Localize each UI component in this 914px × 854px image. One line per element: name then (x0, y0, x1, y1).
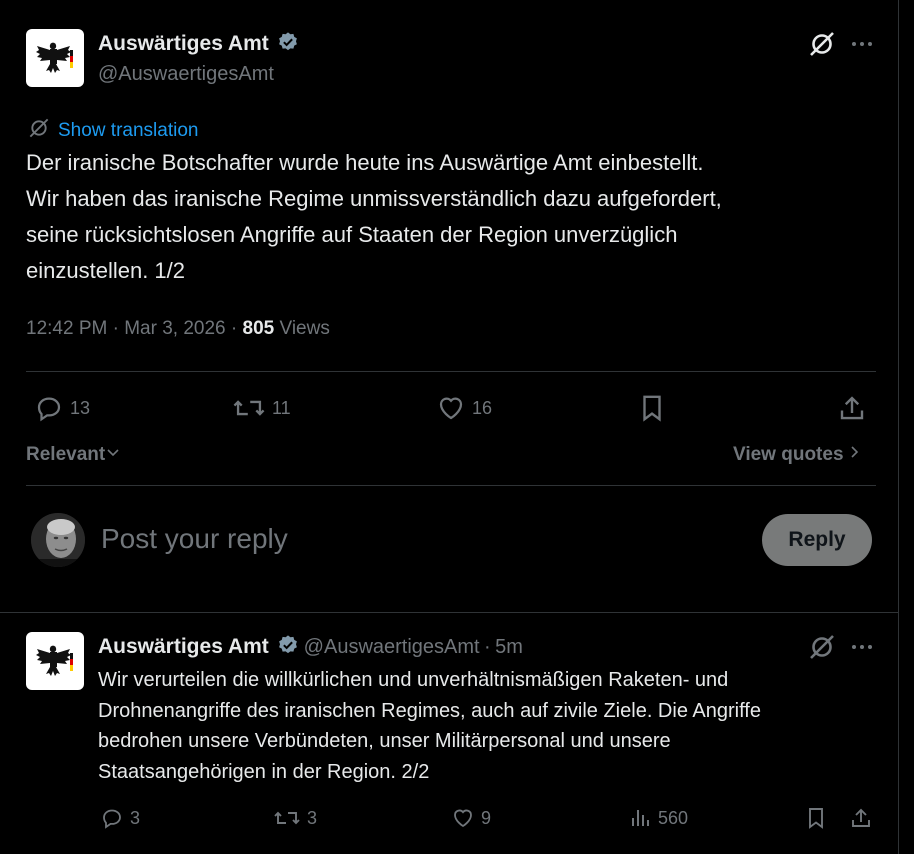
post-text-line: Der iranische Botschafter wurde heute in… (26, 150, 704, 175)
post-text-line: Wir haben das iranische Regime unmissver… (26, 186, 722, 211)
like-icon (439, 397, 463, 420)
bookmark-icon (643, 395, 661, 422)
verified-badge-icon (277, 31, 299, 58)
translate-icon (28, 117, 50, 144)
sort-label: Relevant (26, 444, 106, 465)
thread-header: Auswärtiges Amt @AuswaertigesAmt · 5m (98, 634, 523, 661)
view-quotes-link[interactable]: View quotes (733, 444, 862, 466)
grok-icon[interactable] (808, 30, 836, 63)
divider (26, 371, 876, 372)
chevron-right-icon (848, 444, 862, 466)
thread-author-avatar[interactable] (26, 632, 84, 690)
post-date[interactable]: Mar 3, 2026 (124, 318, 225, 339)
thread-post-age[interactable]: 5m (495, 636, 523, 658)
post-text-line: einzustellen. 1/2 (26, 258, 185, 283)
share-button[interactable] (837, 393, 867, 423)
more-icon[interactable] (850, 37, 874, 55)
bookmark-button[interactable] (637, 393, 667, 423)
thread-author-handle[interactable]: @AuswaertigesAmt (304, 636, 480, 658)
reply-submit-button[interactable]: Reply (762, 514, 872, 566)
author-avatar[interactable] (26, 29, 84, 87)
like-count: 16 (472, 397, 493, 418)
show-translation-label[interactable]: Show translation (58, 120, 198, 142)
repost-icon (233, 400, 265, 416)
separator-dot: · (112, 318, 125, 339)
separator-dot: · (230, 318, 243, 339)
reply-icon (37, 397, 61, 422)
author-handle[interactable]: @AuswaertigesAmt (98, 63, 274, 86)
views-label: Views (279, 318, 330, 339)
separator-dot: · (484, 636, 491, 658)
post-text-line: bedrohen unsere Verbündeten, unser Milit… (98, 730, 671, 752)
author-name-row[interactable]: Auswärtiges Amt (98, 31, 299, 58)
like-icon (454, 809, 472, 828)
thread-author-name[interactable]: Auswärtiges Amt (98, 635, 269, 658)
chevron-down-icon (105, 444, 121, 466)
view-quotes-label: View quotes (733, 444, 844, 465)
reply-input[interactable]: Post your reply (101, 523, 288, 555)
like-button[interactable]: 16 (436, 393, 492, 423)
reply-count: 13 (70, 397, 91, 418)
thread-reply-button[interactable]: 3 (100, 806, 140, 830)
verified-badge-icon (277, 634, 299, 661)
views-icon (632, 810, 649, 826)
user-avatar[interactable] (31, 513, 85, 567)
eagle-logo-icon (36, 645, 73, 676)
repost-button[interactable]: 11 (232, 393, 291, 423)
reply-icon (103, 809, 121, 829)
bookmark-icon (809, 808, 823, 829)
post-text-line: Drohnenangriffe des iranischen Regimes, … (98, 699, 761, 722)
reply-button[interactable]: 13 (34, 393, 90, 423)
post-text-line: seine rücksichtslosen Angriffe auf Staat… (26, 222, 678, 247)
post-text-line: Staatsangehörigen in der Region. 2/2 (98, 760, 430, 783)
thread-share-button[interactable] (849, 806, 873, 830)
thread-like-count: 9 (481, 807, 492, 828)
post-metadata: 12:42 PM · Mar 3, 2026 · 805 Views (26, 318, 330, 340)
show-translation-link[interactable]: Show translation (28, 117, 198, 144)
divider (0, 612, 899, 613)
sort-dropdown[interactable]: Relevant (26, 444, 121, 466)
thread-like-button[interactable]: 9 (451, 806, 491, 830)
post-time[interactable]: 12:42 PM (26, 318, 107, 339)
grok-icon[interactable] (808, 633, 836, 666)
repost-count: 11 (272, 397, 291, 418)
repost-icon (274, 811, 300, 825)
eagle-logo-icon (36, 42, 73, 73)
more-icon[interactable] (850, 640, 874, 658)
share-icon (840, 396, 864, 420)
thread-repost-button[interactable]: 3 (273, 806, 317, 830)
post-text: Der iranische Botschafter wurde heute in… (26, 145, 886, 289)
views-count: 805 (242, 318, 275, 339)
thread-views-button[interactable]: 560 (628, 806, 688, 830)
divider (26, 485, 876, 486)
thread-bookmark-button[interactable] (804, 806, 828, 830)
author-name[interactable]: Auswärtiges Amt (98, 32, 269, 55)
thread-reply-count: 3 (130, 807, 141, 828)
thread-views-count: 560 (658, 807, 689, 828)
post-text-line: Wir verurteilen die willkürlichen und un… (98, 669, 729, 691)
thread-post-text: Wir verurteilen die willkürlichen und un… (98, 665, 888, 787)
thread-repost-count: 3 (307, 807, 318, 828)
share-icon (852, 808, 870, 827)
